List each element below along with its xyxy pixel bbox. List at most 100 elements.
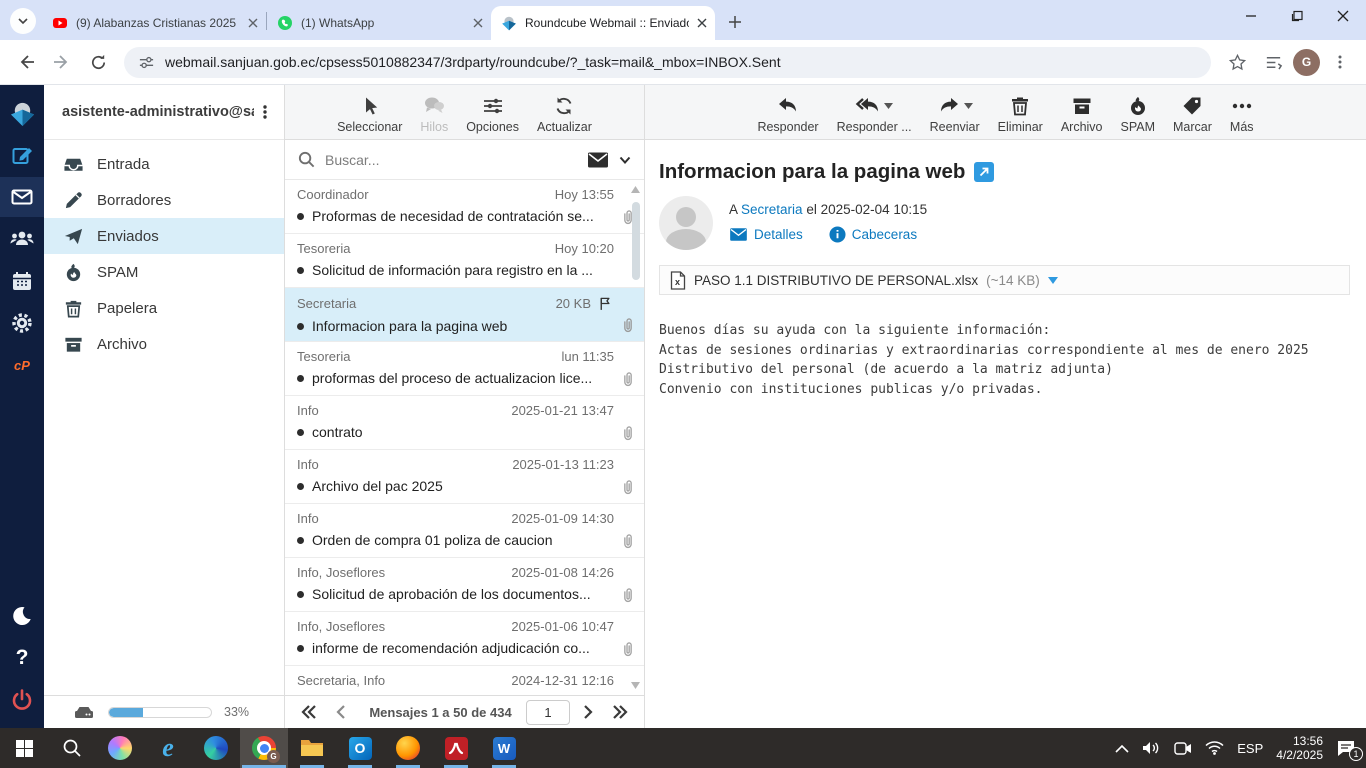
close-window-button[interactable]: [1320, 0, 1366, 32]
clock[interactable]: 13:56 4/2/2025: [1276, 734, 1323, 762]
cpanel-link[interactable]: cP: [0, 345, 44, 385]
refresh-button[interactable]: Actualizar: [537, 94, 592, 134]
taskbar-ie-button[interactable]: e: [144, 728, 192, 768]
close-icon[interactable]: [473, 18, 483, 28]
message-row-selected[interactable]: Secretaria20 KB Informacion para la pagi…: [285, 288, 644, 342]
first-page-button[interactable]: [295, 699, 323, 725]
account-menu-button[interactable]: [254, 104, 276, 120]
new-tab-button[interactable]: [721, 8, 749, 36]
search-icon: [62, 738, 82, 758]
language-indicator[interactable]: ESP: [1237, 741, 1263, 756]
notification-center-button[interactable]: 1: [1336, 739, 1356, 757]
folder-spam[interactable]: SPAM: [44, 254, 284, 290]
archive-button[interactable]: Archivo: [1061, 94, 1103, 134]
bookmark-button[interactable]: [1221, 46, 1253, 78]
taskbar-firefox-button[interactable]: [384, 728, 432, 768]
logout-button[interactable]: [0, 680, 44, 720]
search-options-chevron-icon[interactable]: [618, 153, 632, 167]
help-button[interactable]: ?: [0, 638, 44, 678]
attachment-menu-caret-icon[interactable]: [1048, 277, 1058, 284]
tab-roundcube-active[interactable]: Roundcube Webmail :: Enviado: [491, 6, 715, 40]
forward-button[interactable]: Reenviar: [930, 94, 980, 134]
taskbar-outlook-button[interactable]: O: [336, 728, 384, 768]
spam-button[interactable]: SPAM: [1121, 94, 1156, 134]
message-row[interactable]: Tesorerialun 11:35 proformas del proceso…: [285, 342, 644, 396]
forward-icon: [52, 52, 72, 72]
scrollbar-thumb[interactable]: [632, 202, 640, 280]
tab-search-button[interactable]: [10, 8, 36, 34]
taskbar-word-button[interactable]: W: [480, 728, 528, 768]
select-button[interactable]: Seleccionar: [337, 94, 402, 134]
folder-enviados-selected[interactable]: Enviados: [44, 218, 284, 254]
taskbar-copilot-button[interactable]: [96, 728, 144, 768]
message-row[interactable]: Info2025-01-21 13:47 contrato: [285, 396, 644, 450]
search-scope-mail-icon[interactable]: [587, 151, 609, 169]
attachment-bar[interactable]: x PASO 1.1 DISTRIBUTIVO DE PERSONAL.xlsx…: [659, 265, 1350, 295]
next-page-button[interactable]: [574, 699, 602, 725]
minimize-button[interactable]: [1228, 0, 1274, 32]
threads-button[interactable]: Hilos: [420, 94, 448, 134]
search-input[interactable]: [325, 152, 578, 168]
start-button[interactable]: [0, 728, 48, 768]
wifi-icon[interactable]: [1205, 741, 1224, 755]
tab-youtube[interactable]: (9) Alabanzas Cristianas 2025 🙏: [42, 6, 266, 40]
reply-all-button[interactable]: Responder ...: [837, 94, 912, 134]
dropdown-caret-icon[interactable]: [964, 103, 973, 109]
rail-mail-button[interactable]: [0, 177, 44, 217]
rail-settings-button[interactable]: [0, 303, 44, 343]
scrollbar-down-button[interactable]: [631, 682, 640, 689]
last-page-button[interactable]: [606, 699, 634, 725]
message-row[interactable]: Info2025-01-09 14:30 Orden de compra 01 …: [285, 504, 644, 558]
headers-button[interactable]: Cabeceras: [829, 226, 917, 243]
message-row[interactable]: Info2025-01-13 11:23 Archivo del pac 202…: [285, 450, 644, 504]
page-number-input[interactable]: [526, 700, 570, 725]
options-button[interactable]: Opciones: [466, 94, 519, 134]
meet-now-icon[interactable]: [1174, 741, 1192, 756]
details-button[interactable]: Detalles: [729, 226, 803, 243]
dropdown-caret-icon[interactable]: [884, 103, 893, 109]
folder-borradores[interactable]: Borradores: [44, 182, 284, 218]
rail-contacts-button[interactable]: [0, 219, 44, 259]
more-button[interactable]: Más: [1230, 94, 1254, 134]
open-in-new-window-icon[interactable]: [974, 162, 994, 182]
taskbar-search-button[interactable]: [48, 728, 96, 768]
address-bar[interactable]: webmail.sanjuan.gob.ec/cpsess5010882347/…: [124, 47, 1211, 78]
chrome-profile-badge: G: [267, 750, 280, 763]
rail-calendar-button[interactable]: [0, 261, 44, 301]
message-row[interactable]: Secretaria, Info2024-12-31 12:16: [285, 666, 644, 695]
reload-button[interactable]: [82, 46, 114, 78]
folder-archivo[interactable]: Archivo: [44, 326, 284, 362]
attachment-name: PASO 1.1 DISTRIBUTIVO DE PERSONAL.xlsx: [694, 273, 978, 288]
message-reader-panel: Responder Responder ... Reenviar Elimina…: [645, 85, 1366, 728]
close-icon[interactable]: [697, 18, 707, 28]
profile-avatar[interactable]: G: [1293, 49, 1320, 76]
folder-entrada[interactable]: Entrada: [44, 146, 284, 182]
tray-chevron-up-icon[interactable]: [1115, 744, 1129, 753]
delete-button[interactable]: Eliminar: [998, 94, 1043, 134]
side-panel-button[interactable]: [1257, 46, 1289, 78]
forward-button[interactable]: [46, 46, 78, 78]
message-row[interactable]: Info, Joseflores2025-01-08 14:26 Solicit…: [285, 558, 644, 612]
tab-whatsapp[interactable]: (1) WhatsApp: [267, 6, 491, 40]
taskbar-explorer-button[interactable]: [288, 728, 336, 768]
taskbar-chrome-button[interactable]: G: [240, 728, 288, 768]
prev-page-button[interactable]: [327, 699, 355, 725]
scrollbar-up-button[interactable]: [631, 186, 640, 193]
recipient-link[interactable]: Secretaria: [741, 202, 803, 217]
message-row[interactable]: TesoreriaHoy 10:20 Solicitud de informac…: [285, 234, 644, 288]
browser-menu-button[interactable]: [1324, 46, 1356, 78]
taskbar-edge-button[interactable]: [192, 728, 240, 768]
maximize-button[interactable]: [1274, 0, 1320, 32]
mark-button[interactable]: Marcar: [1173, 94, 1212, 134]
volume-icon[interactable]: [1142, 740, 1161, 756]
folder-papelera[interactable]: Papelera: [44, 290, 284, 326]
compose-button[interactable]: [0, 135, 44, 175]
message-sender: Info, Joseflores: [297, 565, 385, 580]
message-row[interactable]: Info, Joseflores2025-01-06 10:47 informe…: [285, 612, 644, 666]
dark-mode-button[interactable]: [0, 596, 44, 636]
taskbar-acrobat-button[interactable]: [432, 728, 480, 768]
message-row[interactable]: CoordinadorHoy 13:55 Proformas de necesi…: [285, 180, 644, 234]
reply-button[interactable]: Responder: [757, 94, 818, 134]
back-button[interactable]: [10, 46, 42, 78]
close-icon[interactable]: [248, 18, 258, 28]
